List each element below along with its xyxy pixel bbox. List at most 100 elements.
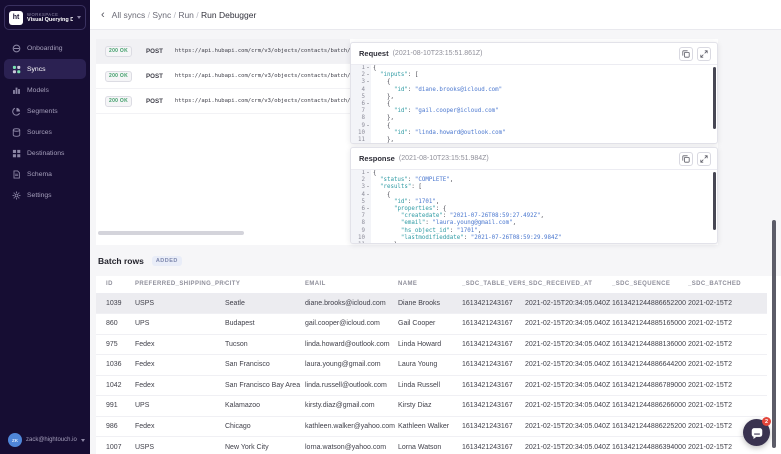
workspace-text: WORKSPACE Visual Querying D...	[27, 12, 73, 24]
added-badge: ADDED	[152, 256, 182, 266]
table-cell: 2021-02-15T20:34:05.040Z	[525, 314, 612, 335]
sidebar-nav: OnboardingSyncsModelsSegments Sources Dest…	[0, 38, 90, 206]
page-scrollbar[interactable]	[772, 220, 776, 448]
request-url: https://api.hubapi.com/crm/v3/objects/co…	[175, 73, 350, 79]
workspace-selector[interactable]: ht WORKSPACE Visual Querying D...	[4, 5, 86, 30]
copy-icon	[682, 50, 690, 58]
models-icon	[11, 85, 21, 95]
breadcrumb-item-sync[interactable]: Sync	[152, 10, 171, 20]
table-cell: Fedex	[135, 375, 225, 396]
batch-rows-table: IDPREFERRED_SHIPPING_PROVIDERCITYEMAILNA…	[96, 276, 767, 454]
breadcrumb-bar: ‹ All syncs / Sync / Run / Run Debugger	[90, 0, 781, 30]
code-line: 9 "hs_object_id": "1701",	[351, 228, 717, 235]
http-method: POST	[146, 73, 163, 80]
workspace-name: Visual Querying D...	[27, 17, 73, 24]
column-header: _SDC_BATCHED	[688, 276, 767, 293]
table-cell: 1613421244885165000	[612, 314, 688, 335]
table-cell: Tucson	[225, 334, 305, 355]
table-cell: 1613421244886394000	[612, 437, 688, 454]
table-cell: 860	[96, 314, 135, 335]
sidebar-item-onboarding[interactable]: Onboarding	[4, 38, 86, 58]
request-scrollbar[interactable]	[713, 67, 716, 129]
request-row[interactable]: 200 OK POST https://api.hubapi.com/crm/v3/…	[96, 64, 350, 89]
status-badge: 200 OK	[105, 46, 132, 57]
table-cell: 991	[96, 396, 135, 417]
expand-button[interactable]	[697, 47, 711, 61]
table-row[interactable]: 1039USPSSeatlediane.brooks@icloud.comDia…	[96, 293, 767, 314]
table-row[interactable]: 986FedexChicagokathleen.walker@yahoo.com…	[96, 416, 767, 437]
table-row[interactable]: 975FedexTucsonlinda.howard@outlook.comLi…	[96, 334, 767, 355]
table-cell: Fedex	[135, 355, 225, 376]
column-header: _SDC_TABLE_VERSION	[462, 276, 525, 293]
table-cell: 1613421243167	[462, 314, 525, 335]
sidebar-item-sources[interactable]: Sources	[4, 122, 86, 142]
table-cell: 1042	[96, 375, 135, 396]
table-row[interactable]: 1042FedexSan Francisco Bay Arealinda.rus…	[96, 375, 767, 396]
copy-button[interactable]	[679, 152, 693, 166]
sidebar-item-label: Schema	[27, 171, 52, 178]
breadcrumb-item-run[interactable]: Run	[178, 10, 194, 20]
breadcrumb-item-all-syncs[interactable]: All syncs	[112, 10, 146, 20]
table-cell: 2021-02-15T20:34:05.040Z	[525, 355, 612, 376]
request-row[interactable]: 200 OKPOSThttps://api.hubapi.com/crm/v3/…	[96, 89, 350, 114]
table-cell: 2021-02-15T20:34:05.040Z	[525, 437, 612, 454]
chevron-down-icon	[77, 16, 81, 19]
table-cell: linda.russell@outlook.com	[305, 375, 398, 396]
status-badge: 200 OK	[105, 71, 132, 82]
sidebar-item-label: Destinations	[27, 150, 64, 157]
request-json-viewer: 1-{2- "inputs": [3- {4 "id": "diane.broo…	[351, 64, 717, 143]
column-header: _SDC_SEQUENCE	[612, 276, 688, 293]
code-line: 11 },	[351, 242, 717, 243]
chat-button[interactable]: 2	[743, 419, 770, 446]
request-panel-title: Request	[359, 49, 389, 58]
horizontal-scrollbar[interactable]	[98, 231, 244, 235]
table-cell: Chicago	[225, 416, 305, 437]
table-cell: UPS	[135, 396, 225, 417]
breadcrumb: All syncs / Sync / Run / Run Debugger	[112, 10, 257, 20]
code-line: 9- {	[351, 123, 717, 130]
copy-button[interactable]	[679, 47, 693, 61]
sidebar-item-schema[interactable]: Schema	[4, 164, 86, 184]
response-scrollbar[interactable]	[713, 172, 716, 230]
segments-icon	[11, 106, 21, 116]
code-line: 11 },	[351, 137, 717, 143]
chevron-left-icon[interactable]: ‹	[101, 10, 105, 20]
code-line: 5 "id": "1701",	[351, 199, 717, 206]
table-cell: San Francisco	[225, 355, 305, 376]
table-row[interactable]: 860UPSBudapestgail.cooper@icloud.comGail…	[96, 314, 767, 335]
table-cell: 1007	[96, 437, 135, 454]
sidebar-item-models[interactable]: Models	[4, 80, 86, 100]
table-row[interactable]: 1007USPSNew York Citylorna.watson@yahoo.…	[96, 437, 767, 454]
table-cell: Lorna Watson	[398, 437, 462, 454]
table-cell: 2021-02-15T2	[688, 314, 767, 335]
table-cell: 1613421244886225200	[612, 416, 688, 437]
table-cell: 1613421243167	[462, 396, 525, 417]
table-row[interactable]: 1036FedexSan Franciscolaura.young@gmail.…	[96, 355, 767, 376]
table-cell: 975	[96, 334, 135, 355]
table-cell: 2021-02-15T20:34:05.040Z	[525, 416, 612, 437]
code-line: 5 },	[351, 94, 717, 101]
table-cell: Fedex	[135, 334, 225, 355]
table-cell: UPS	[135, 314, 225, 335]
http-method: POST	[146, 98, 163, 105]
sidebar-item-segments[interactable]: Segments	[4, 101, 86, 121]
user-menu[interactable]: ZK zack@hightouch.io	[8, 433, 85, 447]
table-cell: 2021-02-15T2	[688, 375, 767, 396]
table-cell: 1613421243167	[462, 375, 525, 396]
table-cell: 1036	[96, 355, 135, 376]
table-cell: 1613421244886644200	[612, 355, 688, 376]
table-cell: Gail Cooper	[398, 314, 462, 335]
table-cell: 1039	[96, 293, 135, 314]
sidebar-item-settings[interactable]: Settings	[4, 185, 86, 205]
column-header: CITY	[225, 276, 305, 293]
request-row[interactable]: 200 OKPOSThttps://api.hubapi.com/crm/v3/…	[96, 39, 350, 64]
table-cell: Kalamazoo	[225, 396, 305, 417]
user-email: zack@hightouch.io	[26, 437, 77, 443]
table-cell: Diane Brooks	[398, 293, 462, 314]
sidebar-item-label: Sources	[27, 129, 52, 136]
expand-button[interactable]	[697, 152, 711, 166]
table-row[interactable]: 991UPSKalamazookirsty.diaz@gmail.comKirs…	[96, 396, 767, 417]
sidebar-item-destinations[interactable]: Destinations	[4, 143, 86, 163]
table-cell: USPS	[135, 293, 225, 314]
sidebar-item-syncs[interactable]: Syncs	[4, 59, 86, 79]
